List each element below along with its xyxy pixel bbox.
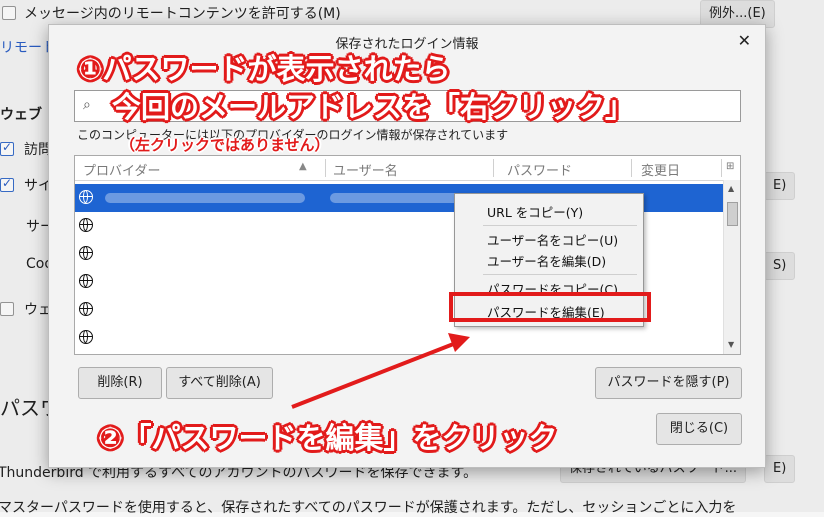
step1-line2: 今回のメールアドレスを「右クリック」 [112,90,635,124]
step1-note: （左クリックではありません） [120,136,330,154]
step2-text: ②「パスワードを編集」をクリック [98,421,558,455]
step1-line1: ①パスワードが表示されたら [78,52,451,86]
